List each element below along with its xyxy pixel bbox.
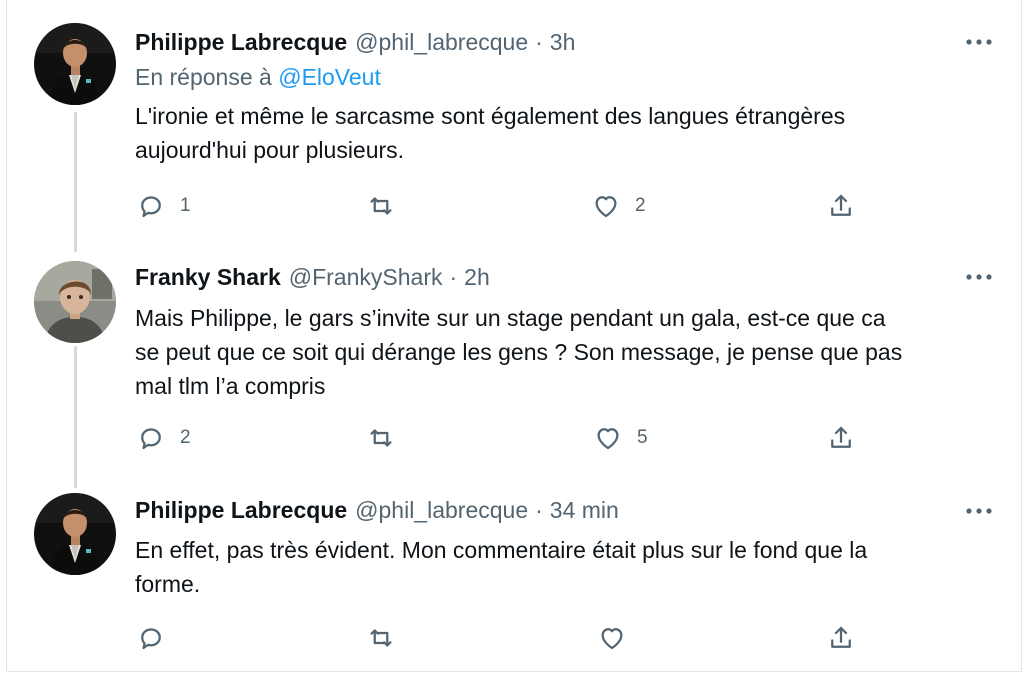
like-count: 5 — [637, 427, 648, 448]
tweet[interactable]: Franky Shark @FrankyShark · 2h Mais Phil… — [0, 240, 1032, 476]
tweet-text: L'ironie et même le sarcasme sont égalem… — [135, 99, 995, 167]
like-button[interactable]: 5 — [593, 420, 648, 456]
reply-context: En réponse à @EloVeut — [135, 64, 381, 91]
author-handle[interactable]: @phil_labrecque — [355, 29, 528, 56]
like-button[interactable]: 2 — [591, 188, 646, 224]
timestamp[interactable]: 3h — [550, 29, 576, 56]
tweet[interactable]: Philippe Labrecque @phil_labrecque · 3h … — [0, 0, 1032, 240]
reply-button[interactable]: 2 — [136, 420, 191, 456]
timestamp[interactable]: 2h — [464, 264, 490, 291]
avatar[interactable] — [34, 261, 116, 343]
mention-link[interactable]: @EloVeut — [278, 64, 381, 90]
separator-dot: · — [535, 496, 543, 523]
reply-button[interactable]: 1 — [136, 188, 191, 224]
retweet-button[interactable] — [366, 188, 410, 224]
retweet-button[interactable] — [366, 420, 410, 456]
tweet-text-line: forme. — [135, 571, 201, 597]
tweet-actions — [0, 620, 1032, 656]
author-name[interactable]: Philippe Labrecque — [135, 29, 347, 56]
timestamp[interactable]: 34 min — [550, 497, 619, 524]
retweet-icon — [370, 629, 392, 647]
tweet-actions: 1 2 — [0, 188, 1032, 224]
like-count: 2 — [635, 195, 646, 216]
heart-icon — [595, 196, 617, 218]
tweet-header: Franky Shark @FrankyShark · 2h — [135, 261, 490, 293]
tweet-text: En effet, pas très évident. Mon commenta… — [135, 533, 995, 601]
more-options-button[interactable] — [962, 496, 996, 526]
reply-bubble-icon — [141, 628, 161, 650]
reply-count: 1 — [180, 195, 191, 216]
more-horizontal-icon — [966, 508, 992, 514]
more-options-button[interactable] — [962, 262, 996, 292]
avatar[interactable] — [34, 493, 116, 575]
author-handle[interactable]: @FrankyShark — [289, 264, 443, 291]
tweet-text-line: mal tlm l’a compris — [135, 373, 326, 399]
reply-bubble-icon — [141, 428, 161, 450]
avatar-photo — [34, 23, 116, 105]
retweet-icon — [370, 429, 392, 447]
share-upload-icon — [831, 194, 851, 216]
heart-icon — [601, 628, 623, 650]
share-button[interactable] — [826, 188, 856, 224]
separator-dot: · — [449, 263, 458, 290]
tweet-text-line: L'ironie et même le sarcasme sont égalem… — [135, 103, 846, 129]
tweet-text-line: se peut que ce soit qui dérange les gens… — [135, 339, 903, 365]
retweet-button[interactable] — [366, 620, 410, 656]
reply-button[interactable] — [136, 620, 180, 656]
more-options-button[interactable] — [962, 27, 996, 57]
share-upload-icon — [831, 626, 851, 648]
tweet-text-line: Mais Philippe, le gars s’invite sur un s… — [135, 305, 886, 331]
author-name[interactable]: Philippe Labrecque — [135, 497, 347, 524]
heart-icon — [597, 428, 619, 450]
tweet[interactable]: Philippe Labrecque @phil_labrecque · 34 … — [0, 476, 1032, 672]
share-upload-icon — [831, 426, 851, 448]
reply-bubble-icon — [141, 196, 161, 218]
share-button[interactable] — [826, 420, 856, 456]
author-handle[interactable]: @phil_labrecque — [355, 497, 528, 524]
reply-count: 2 — [180, 427, 191, 448]
avatar[interactable] — [34, 23, 116, 105]
avatar-photo — [34, 261, 116, 343]
more-horizontal-icon — [966, 274, 992, 280]
share-button[interactable] — [826, 620, 856, 656]
avatar-photo — [34, 493, 116, 575]
tweet-actions: 2 5 — [0, 420, 1032, 456]
reply-context-label: En réponse à — [135, 64, 279, 90]
tweet-header: Philippe Labrecque @phil_labrecque · 34 … — [135, 494, 619, 526]
author-name[interactable]: Franky Shark — [135, 264, 281, 291]
retweet-icon — [370, 197, 392, 215]
tweet-text-line: En effet, pas très évident. Mon commenta… — [135, 537, 868, 563]
tweet-header: Philippe Labrecque @phil_labrecque · 3h — [135, 26, 575, 58]
more-horizontal-icon — [966, 39, 992, 45]
like-button[interactable] — [597, 620, 641, 656]
separator-dot: · — [535, 28, 543, 55]
tweet-text-line: aujourd'hui pour plusieurs. — [135, 137, 405, 163]
tweet-text: Mais Philippe, le gars s’invite sur un s… — [135, 301, 995, 403]
